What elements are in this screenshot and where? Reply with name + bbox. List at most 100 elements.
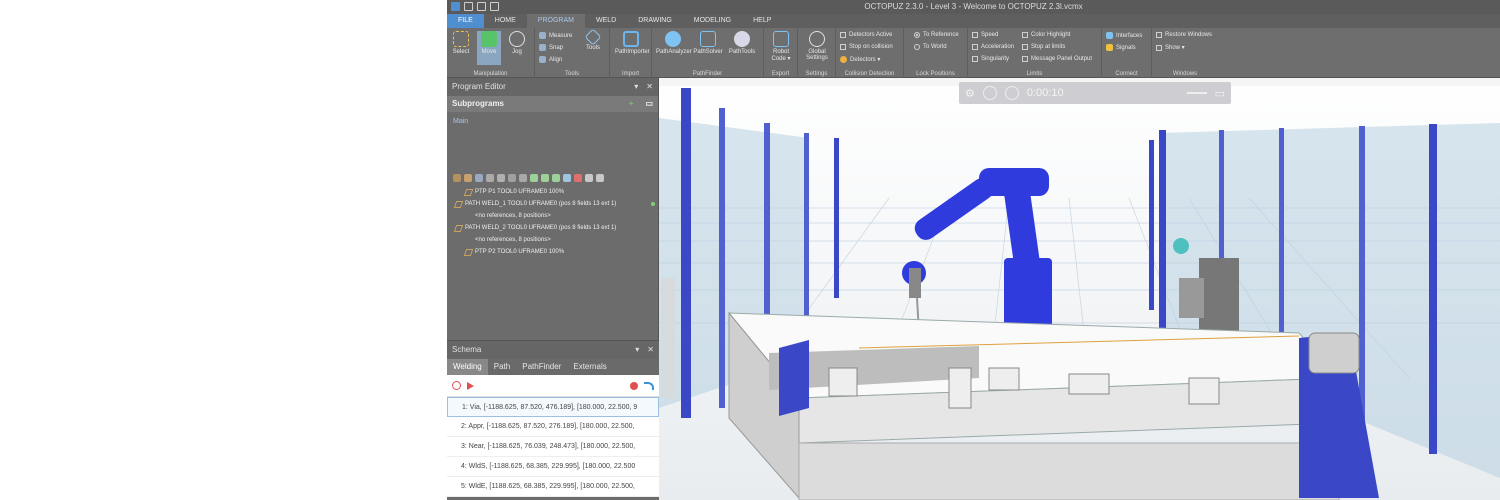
tab-path[interactable]: Path xyxy=(488,359,516,375)
pathtools-button[interactable]: PathTools xyxy=(726,31,758,55)
group-collision-detection: Detectors Active Stop on collision Detec… xyxy=(836,28,904,78)
wait-icon[interactable] xyxy=(497,174,505,182)
detectors-active-checkbox[interactable]: Detectors Active xyxy=(840,32,892,38)
stop-at-limits-checkbox[interactable]: Stop at limits xyxy=(1022,44,1065,50)
tree-row[interactable]: <no references, 8 positions> xyxy=(447,234,659,246)
tree-row[interactable]: PATH WELD_2 TOOL0 UFRAME0 (pos 8 fields … xyxy=(447,222,659,234)
record-icon[interactable] xyxy=(630,381,638,390)
play-button[interactable] xyxy=(1004,86,1019,100)
align-button[interactable]: Align xyxy=(539,56,562,63)
close-icon[interactable]: ✕ xyxy=(647,345,654,355)
statement-icon xyxy=(463,188,474,196)
speed-checkbox[interactable]: Speed xyxy=(972,32,998,38)
signals-button[interactable]: Signals xyxy=(1106,44,1136,51)
pathanalyzer-button[interactable]: PathAnalyzer xyxy=(656,31,692,55)
tree-row[interactable]: <no references, 8 positions> xyxy=(447,210,659,222)
move-button[interactable]: Move xyxy=(477,31,501,65)
schema-row[interactable]: 4: WldS, [-1188.625, 68.385, 229.995], [… xyxy=(447,457,659,477)
tab-home[interactable]: HOME xyxy=(484,14,527,28)
move-icon xyxy=(481,31,497,47)
tree-row[interactable]: PTP P1 TOOL0 UFRAME0 100% xyxy=(447,186,659,198)
print-icon[interactable] xyxy=(585,174,593,182)
tab-welding[interactable]: Welding xyxy=(447,359,488,375)
text-icon[interactable] xyxy=(508,174,516,182)
rewind-button[interactable] xyxy=(982,86,997,100)
copy-icon[interactable]: ▭ xyxy=(645,99,653,108)
status-dot-icon xyxy=(651,202,655,206)
stop-on-collision-checkbox[interactable]: Stop on collision xyxy=(840,44,893,50)
schema-row[interactable]: 3: Near, [-1188.625, 76.039, 248.473], [… xyxy=(447,437,659,457)
message-panel-output-checkbox[interactable]: Message Panel Output xyxy=(1022,56,1092,62)
subprograms-title: Subprograms xyxy=(452,99,505,108)
align-icon xyxy=(539,56,546,63)
add-icon[interactable]: + xyxy=(629,99,634,108)
workbench xyxy=(727,311,1379,500)
measure-button[interactable]: Measure xyxy=(539,32,572,39)
call-icon[interactable] xyxy=(530,174,538,182)
circ-icon[interactable] xyxy=(486,174,494,182)
schema-row[interactable]: 5: WldE, [1188.625, 68.385, 229.995], [1… xyxy=(447,477,659,497)
tab-modeling[interactable]: MODELING xyxy=(683,14,742,28)
jog-button[interactable]: Jog xyxy=(505,31,529,55)
singularity-checkbox[interactable]: Singularity xyxy=(972,56,1009,62)
schema-row[interactable]: 1: Via, [-1188.625, 87.520, 476.189], [1… xyxy=(447,397,659,417)
group-lock-positions: To Reference To World Lock Positions xyxy=(904,28,968,78)
tab-weld[interactable]: WELD xyxy=(585,14,627,28)
no-entry-icon[interactable] xyxy=(452,381,461,390)
tab-program[interactable]: PROGRAM xyxy=(526,14,585,28)
octopuz-window: OCTOPUZ 2.3.0 - Level 3 - Welcome to OCT… xyxy=(447,0,1500,500)
detectors-dropdown[interactable]: Detectors ▾ xyxy=(840,56,880,63)
detector-icon xyxy=(840,56,847,63)
ptp-icon[interactable] xyxy=(453,174,461,182)
settings-icon[interactable]: ▭ xyxy=(1215,87,1225,100)
pathimporter-button[interactable]: PathImporter xyxy=(615,31,650,55)
tree-row-label: PATH WELD_2 TOOL0 UFRAME0 (pos 8 fields … xyxy=(465,225,617,231)
stop-icon[interactable] xyxy=(574,174,582,182)
subprogram-main[interactable]: Main xyxy=(453,118,652,125)
globe-icon xyxy=(809,31,825,47)
pathsolver-button[interactable]: PathSolver xyxy=(692,31,724,55)
color-highlight-checkbox[interactable]: Color Highlight xyxy=(1022,32,1070,38)
flag-icon[interactable] xyxy=(467,381,474,390)
group-tools: Measure Snap Align Tools Tools xyxy=(535,28,610,78)
pin-icon[interactable]: ▾ xyxy=(635,345,639,355)
tab-file[interactable]: FILE xyxy=(447,14,484,28)
list-icon[interactable] xyxy=(563,174,571,182)
tools-button[interactable]: Tools xyxy=(581,28,605,51)
restore-windows-button[interactable]: Restore Windows xyxy=(1156,32,1212,38)
gear-icon[interactable]: ⚙ xyxy=(965,87,975,100)
acceleration-checkbox[interactable]: Acceleration xyxy=(972,44,1014,50)
timeline-slider[interactable] xyxy=(1186,92,1207,94)
tab-help[interactable]: HELP xyxy=(742,14,782,28)
bold-icon[interactable] xyxy=(519,174,527,182)
show-dropdown[interactable]: Show ▾ xyxy=(1156,44,1185,51)
tree-row[interactable]: PATH WELD_1 TOOL0 UFRAME0 (pos 8 fields … xyxy=(447,198,659,210)
pin-icon[interactable]: ▾ xyxy=(634,82,638,92)
measure-icon xyxy=(539,32,546,39)
schema-list: 1: Via, [-1188.625, 87.520, 476.189], [1… xyxy=(447,397,659,497)
tab-pathfinder[interactable]: PathFinder xyxy=(516,359,567,375)
signal-icon[interactable] xyxy=(552,174,560,182)
robot-code-button[interactable]: Robot Code ▾ xyxy=(768,31,794,62)
tab-drawing[interactable]: DRAWING xyxy=(627,14,683,28)
global-settings-button[interactable]: Global Settings xyxy=(802,31,832,61)
view-toolbar[interactable] xyxy=(661,278,675,398)
to-reference-radio[interactable]: To Reference xyxy=(914,32,959,38)
interfaces-button[interactable]: Interfaces xyxy=(1106,32,1142,39)
lin-icon[interactable] xyxy=(464,174,472,182)
window-icon xyxy=(1156,32,1162,38)
tab-externals[interactable]: Externals xyxy=(567,359,612,375)
loop-icon[interactable] xyxy=(541,174,549,182)
snap-button[interactable]: Snap xyxy=(539,44,563,51)
3d-viewport[interactable]: ⚙ 0:00:10 ▭ xyxy=(659,78,1500,500)
to-world-radio[interactable]: To World xyxy=(914,44,947,50)
comment-icon[interactable] xyxy=(596,174,604,182)
schema-row[interactable]: 2: Appr, [-1188.625, 87.520, 276.189], [… xyxy=(447,417,659,437)
playback-bar: ⚙ 0:00:10 ▭ xyxy=(959,82,1231,104)
curve-icon[interactable] xyxy=(644,381,654,390)
statement-icon xyxy=(463,248,474,256)
tree-row[interactable]: PTP P2 TOOL0 UFRAME0 100% xyxy=(447,246,659,258)
path-icon[interactable] xyxy=(475,174,483,182)
close-icon[interactable]: ✕ xyxy=(646,82,653,92)
select-button[interactable]: Select xyxy=(449,31,473,55)
